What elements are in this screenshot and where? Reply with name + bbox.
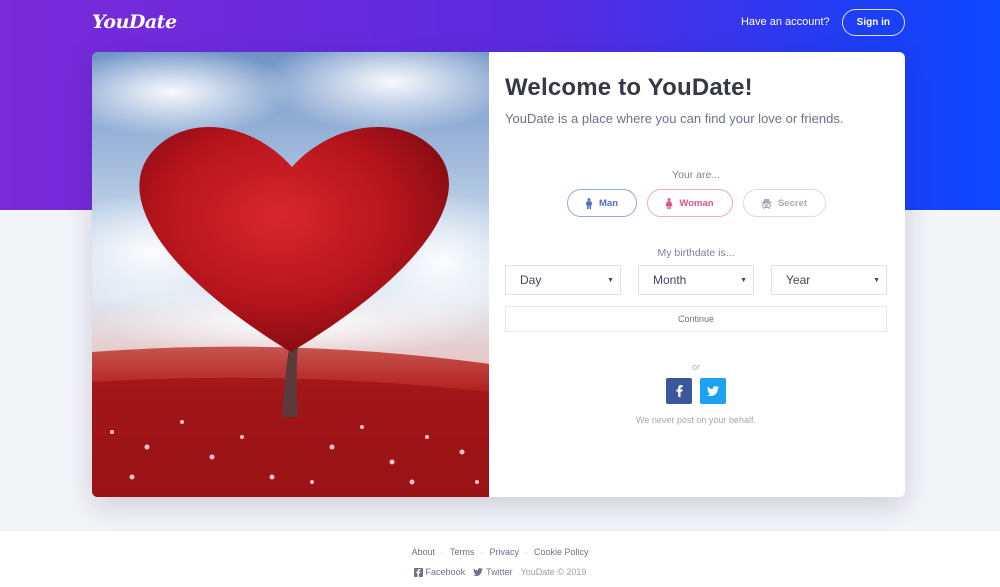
- page-title: Welcome to YouDate!: [505, 74, 753, 101]
- twitter-icon: [707, 386, 719, 396]
- gender-selector: Man Woman Secret: [505, 189, 887, 217]
- logo[interactable]: YouDate: [92, 11, 177, 33]
- chevron-down-icon: ▼: [873, 276, 880, 284]
- year-select-value: Year: [786, 273, 811, 287]
- gender-woman-button[interactable]: Woman: [646, 189, 733, 217]
- chevron-down-icon: ▼: [740, 276, 747, 284]
- signup-form: Welcome to YouDate! YouDate is a place w…: [489, 52, 905, 497]
- footer-link-about[interactable]: About: [411, 547, 435, 557]
- page-subtitle: YouDate is a place where you can find yo…: [505, 111, 844, 126]
- footer-bottom: Facebook Twitter YouDate © 2019: [0, 567, 1000, 577]
- female-icon: [665, 197, 673, 209]
- footer-twitter-link[interactable]: Twitter: [473, 567, 513, 577]
- facebook-icon: [675, 385, 683, 397]
- footer-link-terms[interactable]: Terms: [450, 547, 475, 557]
- you-are-label: Your are...: [671, 169, 721, 181]
- copyright: YouDate © 2019: [520, 567, 587, 577]
- social-login: [505, 378, 887, 404]
- footer-separator: ·: [480, 547, 484, 557]
- footer-facebook-label: Facebook: [425, 567, 466, 577]
- day-select[interactable]: Day ▼: [505, 265, 621, 295]
- gender-woman-label: Woman: [679, 197, 714, 209]
- year-select[interactable]: Year ▼: [771, 265, 887, 295]
- footer-separator: ·: [525, 547, 528, 557]
- birthdate-selects: Day ▼ Month ▼ Year ▼: [505, 265, 887, 295]
- sign-in-button[interactable]: Sign in: [841, 8, 905, 36]
- day-select-value: Day: [520, 273, 542, 287]
- footer-separator: ·: [440, 547, 444, 557]
- facebook-square-icon: [413, 567, 423, 577]
- footer-link-cookie-policy[interactable]: Cookie Policy: [534, 547, 589, 557]
- facebook-login-button[interactable]: [666, 378, 692, 404]
- have-account-text: Have an account?: [740, 16, 830, 28]
- footer-link-privacy[interactable]: Privacy: [489, 547, 519, 557]
- never-post-note: We never post on your behalf.: [636, 415, 756, 425]
- twitter-login-button[interactable]: [700, 378, 726, 404]
- signup-card: Welcome to YouDate! YouDate is a place w…: [92, 52, 905, 497]
- incognito-icon: [761, 198, 772, 209]
- top-navbar: YouDate Have an account? Sign in: [92, 0, 905, 44]
- continue-button[interactable]: Continue: [505, 306, 887, 332]
- footer: About · Terms · Privacy · Cookie Policy …: [0, 530, 1000, 587]
- birthdate-label: My birthdate is...: [657, 247, 735, 259]
- heart-tree-image: [92, 52, 489, 497]
- or-divider: or: [691, 362, 700, 372]
- account-area: Have an account? Sign in: [740, 8, 905, 36]
- heart-tree-illustration: [92, 52, 489, 497]
- male-icon: [586, 197, 592, 209]
- gender-man-button[interactable]: Man: [566, 189, 637, 217]
- footer-links: About · Terms · Privacy · Cookie Policy: [0, 547, 1000, 557]
- month-select-value: Month: [653, 273, 687, 287]
- gender-secret-label: Secret: [777, 197, 808, 209]
- footer-twitter-label: Twitter: [486, 567, 513, 577]
- gender-secret-button[interactable]: Secret: [742, 189, 826, 217]
- twitter-icon: [473, 568, 483, 576]
- chevron-down-icon: ▼: [607, 276, 614, 284]
- gender-man-label: Man: [599, 197, 618, 209]
- footer-facebook-link[interactable]: Facebook: [413, 567, 466, 577]
- month-select[interactable]: Month ▼: [638, 265, 754, 295]
